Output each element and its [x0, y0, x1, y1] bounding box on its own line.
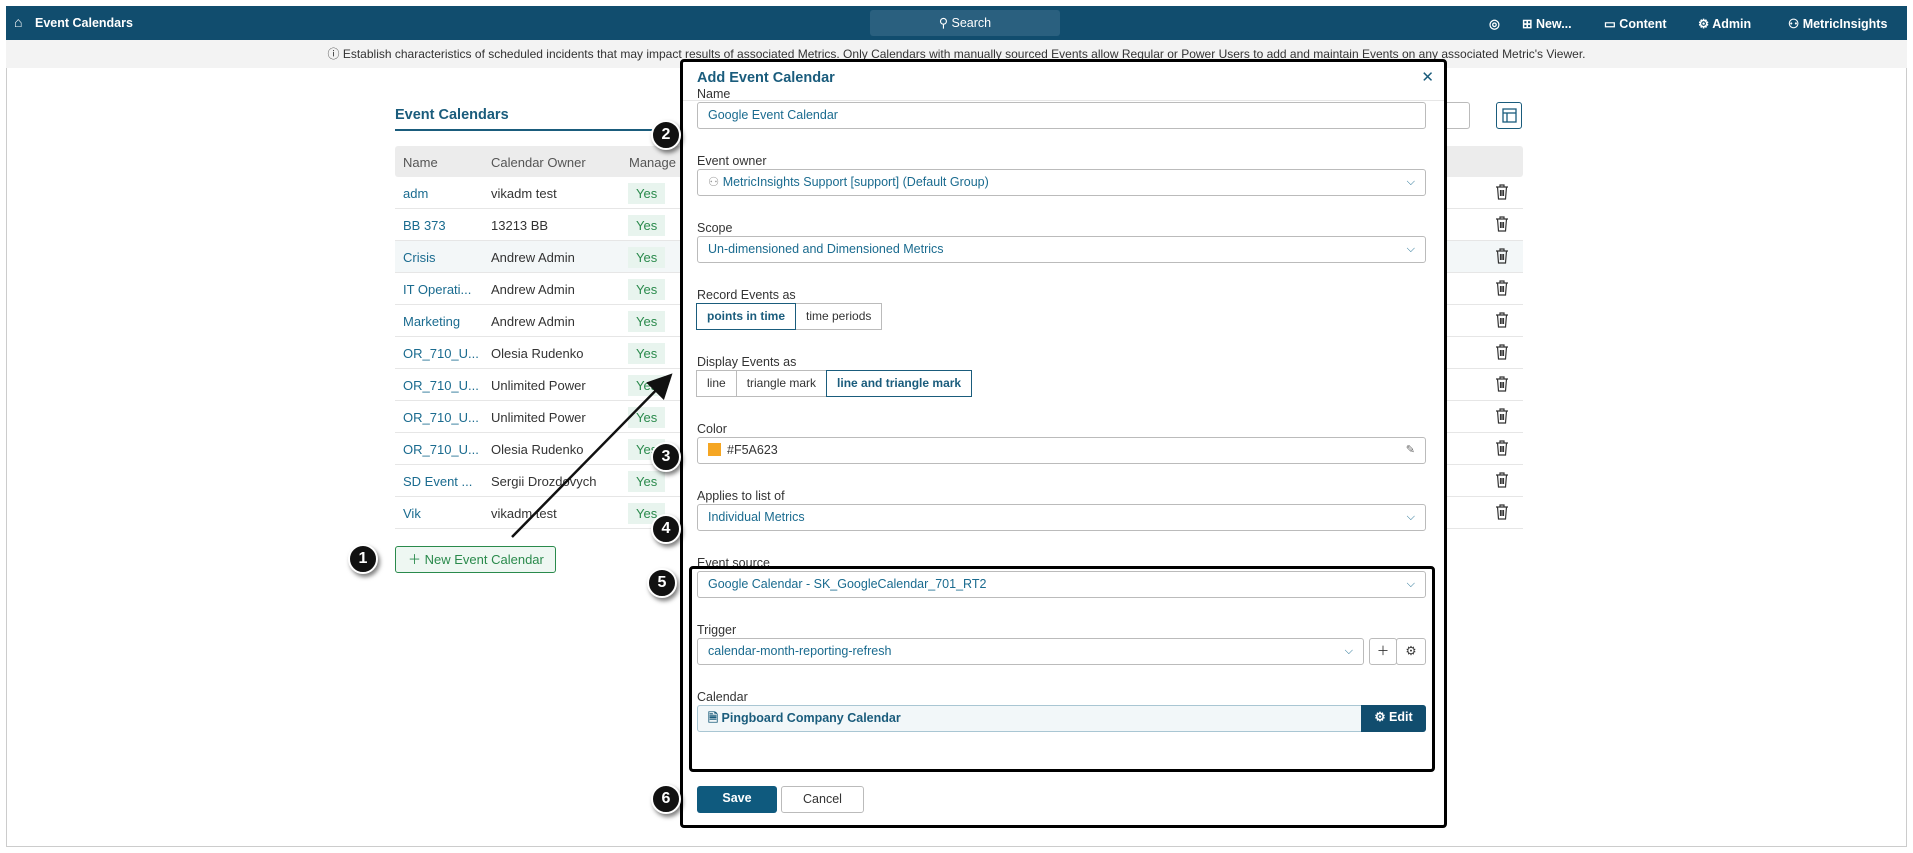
callout-1: 1 — [348, 544, 378, 574]
callout-6: 6 — [651, 784, 681, 814]
record-points-in-time[interactable]: points in time — [696, 303, 796, 330]
annotation-arrow — [511, 373, 673, 538]
display-line-and-triangle[interactable]: line and triangle mark — [826, 370, 973, 397]
callout-3: 3 — [651, 442, 681, 472]
callout-2: 2 — [651, 120, 681, 150]
callout-5: 5 — [647, 568, 677, 598]
callout-4: 4 — [651, 514, 681, 544]
